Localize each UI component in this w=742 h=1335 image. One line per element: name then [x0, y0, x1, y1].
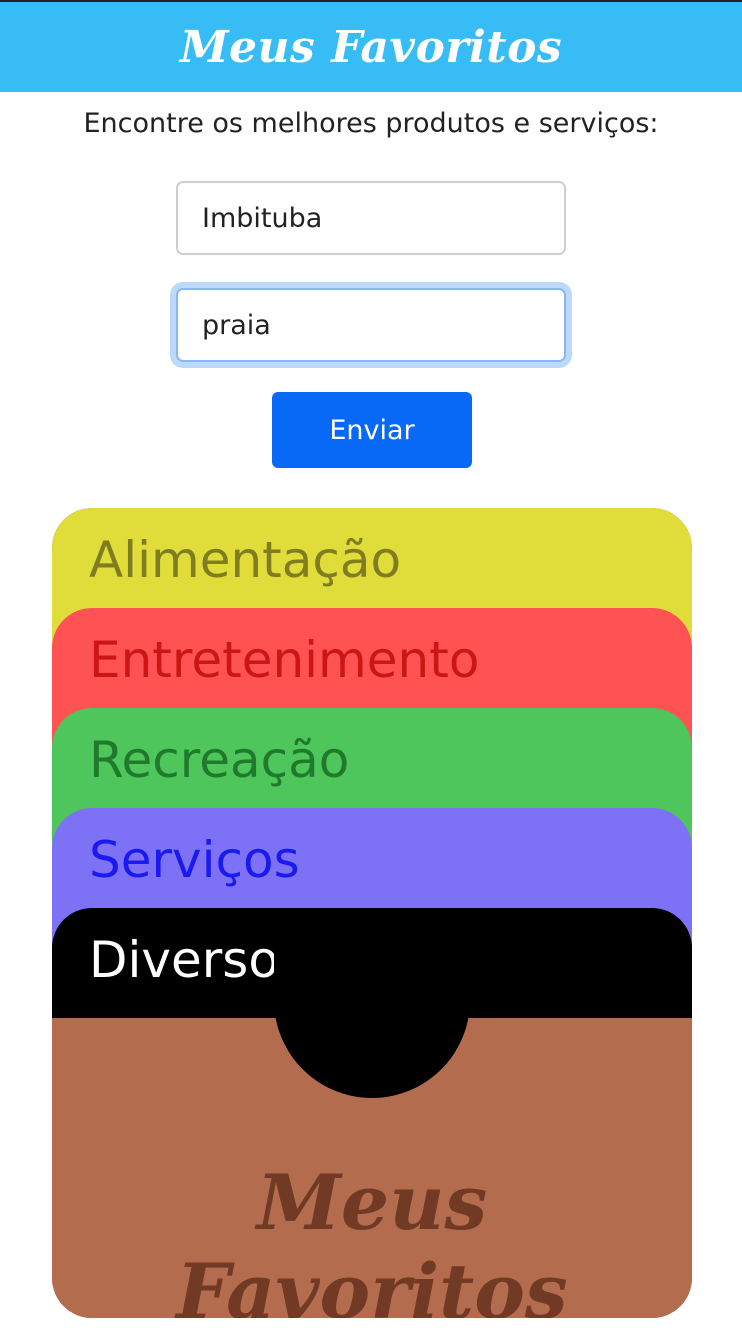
- footer-logo: Meus Favoritos: [176, 1158, 568, 1318]
- category-label: Diversos: [89, 931, 305, 989]
- category-label: Serviços: [89, 831, 300, 889]
- category-label: Entretenimento: [89, 631, 480, 689]
- app-header: Meus Favoritos: [0, 2, 742, 92]
- pocket-notch: [274, 908, 470, 1098]
- category-label: Recreação: [89, 731, 350, 789]
- city-input[interactable]: [176, 181, 566, 255]
- submit-button[interactable]: Enviar: [272, 392, 472, 468]
- category-label: Alimentação: [89, 531, 402, 589]
- app-title: Meus Favoritos: [179, 21, 563, 73]
- search-input[interactable]: [176, 288, 566, 362]
- category-stack: Alimentação Entretenimento Recreação Ser…: [52, 508, 692, 1318]
- intro-text: Encontre os melhores produtos e serviços…: [83, 108, 659, 139]
